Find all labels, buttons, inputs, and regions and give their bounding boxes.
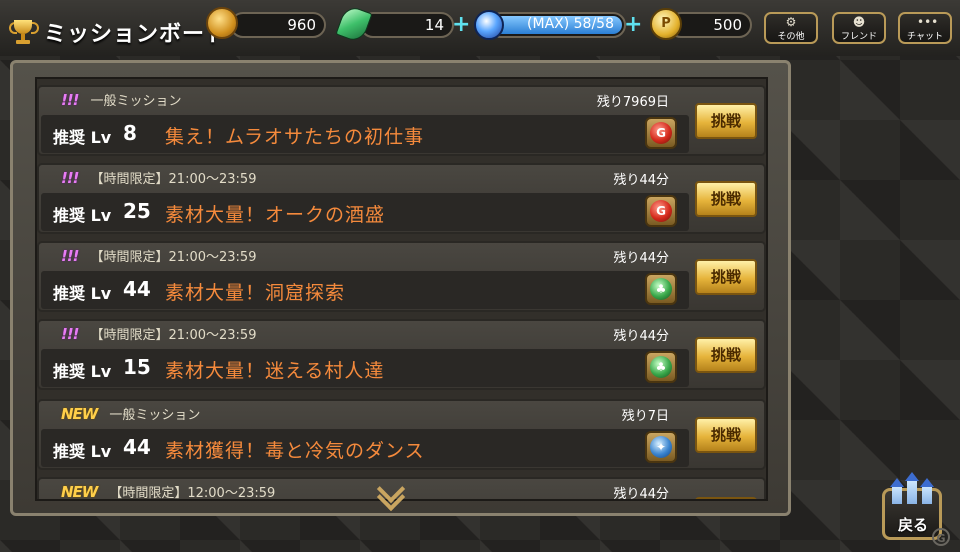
level-label: 推奨 Lv (53, 362, 112, 381)
mission-board-panel: !!! 一般ミッション 残り7969日 推奨 Lv 8 集え！ムラオサたちの初仕事… (10, 60, 791, 516)
mission-remaining: 残り7969日 (596, 95, 669, 110)
mission-info-bar: 推奨 Lv 15 素材大量！迷える村人達 (41, 349, 689, 387)
level-label: 推奨 Lv (53, 206, 112, 225)
mission-badge: !!! (61, 246, 80, 265)
challenge-button[interactable] (695, 497, 757, 499)
mission-list[interactable]: !!! 一般ミッション 残り7969日 推奨 Lv 8 集え！ムラオサたちの初仕事… (35, 77, 768, 501)
fire-element-icon: G (645, 117, 677, 149)
level-value: 8 (123, 121, 137, 145)
water-element-icon: ✦ (645, 431, 677, 463)
challenge-button[interactable]: 挑戦 (695, 259, 757, 295)
wind-element-icon: ♣ (645, 351, 677, 383)
level-label: 推奨 Lv (53, 128, 112, 147)
level-label: 推奨 Lv (53, 442, 112, 461)
fire-element-icon: G (645, 195, 677, 227)
castle-icon (890, 472, 934, 504)
level-label: 推奨 Lv (53, 284, 112, 303)
chat-button-label: チャット (907, 32, 943, 42)
mission-badge: !!! (61, 324, 80, 343)
mission-name: 集え！ムラオサたちの初仕事 (165, 126, 425, 148)
points-value: 500 (713, 16, 742, 34)
mission-remaining: 残り44分 (613, 173, 669, 188)
level-value: 44 (123, 435, 151, 459)
mission-row: !!! 【時間限定】21:00〜23:59 残り44分 推奨 Lv 44 素材大量… (37, 241, 766, 312)
mission-name: 素材大量！オークの酒盛 (165, 204, 386, 226)
add-stamina-button[interactable]: + (624, 12, 642, 38)
add-leaf-button[interactable]: + (452, 12, 470, 38)
mission-category: 【時間限定】21:00〜23:59 (90, 328, 257, 343)
mission-row: !!! 【時間限定】21:00〜23:59 残り44分 推奨 Lv 25 素材大量… (37, 163, 766, 234)
other-button-label: その他 (777, 32, 805, 42)
mission-info-bar: 推奨 Lv 44 素材獲得！毒と冷気のダンス (41, 429, 689, 467)
top-bar: ミッションボード 960 14 + (MAX) 58/58 + 500 P ⚙ … (0, 0, 960, 56)
mission-category: 一般ミッション (90, 94, 182, 109)
page-title: ミッションボード (44, 22, 229, 47)
skull-icon: ☻ (852, 15, 866, 29)
chat-button[interactable]: ••• チャット (898, 12, 952, 44)
mission-category: 【時間限定】21:00〜23:59 (90, 250, 257, 265)
friend-button-label: フレンド (840, 32, 877, 42)
mission-info-bar: 推奨 Lv 44 素材大量！洞窟探索 (41, 271, 689, 309)
gear-icon: ⚙ (785, 15, 797, 29)
mission-row: !!! 【時間限定】21:00〜23:59 残り44分 推奨 Lv 15 素材大量… (37, 319, 766, 390)
coin-value: 960 (287, 16, 316, 34)
mission-name: 素材獲得！毒と冷気のダンス (165, 440, 425, 462)
mission-category: 一般ミッション (109, 408, 201, 423)
mission-row: NEW 一般ミッション 残り7日 推奨 Lv 44 素材獲得！毒と冷気のダンス ✦… (37, 399, 766, 470)
mission-badge: NEW (61, 404, 98, 423)
challenge-button[interactable]: 挑戦 (695, 417, 757, 453)
mission-info-bar: 推奨 Lv 25 素材大量！オークの酒盛 (41, 193, 689, 231)
chat-bubble-icon: ••• (917, 15, 939, 29)
mission-remaining: 残り44分 (613, 251, 669, 266)
coin-icon (206, 7, 240, 41)
mission-remaining: 残り7日 (621, 409, 669, 424)
mission-category: 【時間限定】12:00〜23:59 (109, 486, 276, 501)
mission-category: 【時間限定】21:00〜23:59 (90, 172, 257, 187)
mission-remaining: 残り44分 (613, 329, 669, 344)
level-value: 44 (123, 277, 151, 301)
trophy-icon (8, 18, 39, 46)
coin-counter: 960 (230, 12, 326, 38)
scroll-down-icon[interactable] (376, 474, 406, 512)
wind-element-icon: ♣ (645, 273, 677, 305)
leaf-icon (335, 4, 374, 44)
mission-badge: NEW (61, 482, 98, 501)
stamina-gem-icon (474, 10, 508, 44)
mission-info-bar: 推奨 Lv 8 集え！ムラオサたちの初仕事 (41, 115, 689, 153)
mission-name: 素材大量！迷える村人達 (165, 360, 385, 382)
watermark-logo-icon: G (932, 528, 950, 546)
challenge-button[interactable]: 挑戦 (695, 103, 757, 139)
stamina-gauge: (MAX) 58/58 (488, 12, 626, 38)
leaf-counter: 14 (360, 12, 454, 38)
title-area: ミッションボード (8, 16, 228, 48)
mission-badge: !!! (61, 90, 80, 109)
friend-button[interactable]: ☻ フレンド (832, 12, 886, 44)
leaf-value: 14 (424, 16, 444, 34)
stamina-value: (MAX) 58/58 (527, 16, 614, 32)
mission-badge: !!! (61, 168, 80, 187)
challenge-button[interactable]: 挑戦 (695, 181, 757, 217)
mission-row: !!! 一般ミッション 残り7969日 推奨 Lv 8 集え！ムラオサたちの初仕事… (37, 85, 766, 156)
level-value: 15 (123, 355, 151, 379)
challenge-button[interactable]: 挑戦 (695, 337, 757, 373)
mission-remaining: 残り44分 (613, 487, 669, 501)
other-button[interactable]: ⚙ その他 (764, 12, 818, 44)
points-icon: P (650, 8, 684, 42)
mission-name: 素材大量！洞窟探索 (165, 282, 346, 304)
level-value: 25 (123, 199, 151, 223)
